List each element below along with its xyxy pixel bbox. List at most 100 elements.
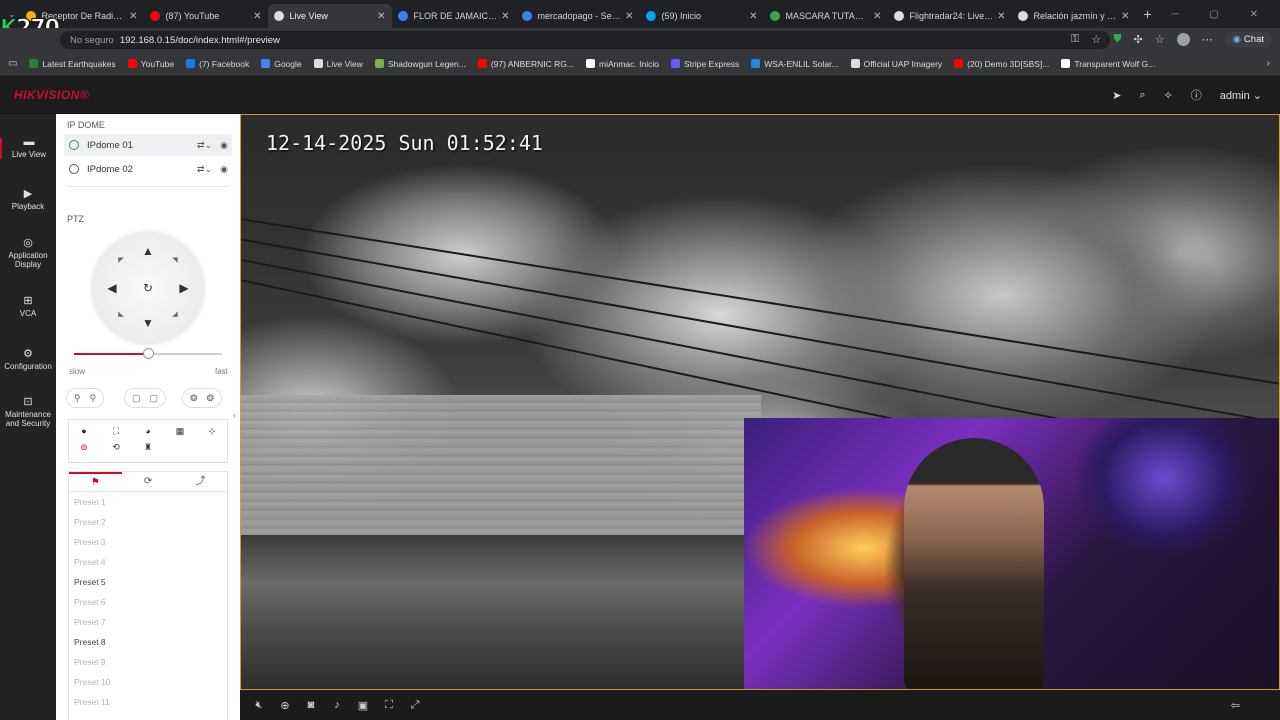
browser-tab[interactable]: MASCARA TUTANKAMO✕ — [764, 4, 888, 28]
preset-item[interactable]: Preset 6 — [69, 592, 227, 612]
tab-title[interactable]: Flightradar24: Live Fligh — [910, 11, 994, 21]
search-icon[interactable]: ⌕ — [1139, 89, 1145, 102]
close-icon[interactable]: ✕ — [1121, 11, 1129, 22]
url-field[interactable]: No seguro 192.168.0.15/doc/index.html#/p… — [60, 31, 1110, 49]
preset-item[interactable]: Preset 1 — [69, 492, 227, 512]
close-icon[interactable]: ✕ — [129, 11, 137, 22]
tab-title[interactable]: FLOR DE JAMAICA - Sea — [414, 11, 498, 21]
ptz-auto-rotate-icon[interactable]: ↻ — [141, 281, 155, 295]
not-secure-label[interactable]: No seguro — [70, 35, 114, 46]
bookmark-item[interactable]: Stripe Express — [670, 59, 739, 69]
tab-title[interactable]: (87) YouTube — [166, 11, 250, 21]
bookmark-item[interactable]: YouTube — [127, 59, 174, 69]
wiper-icon[interactable]: ◕ — [141, 426, 155, 436]
focus-region-icon[interactable]: ⛶ — [376, 699, 402, 712]
preset-item[interactable]: Preset 8 — [69, 632, 227, 652]
preset-item[interactable]: Preset 11 — [69, 692, 227, 712]
sidebar-toggle-icon[interactable]: ▭ — [8, 58, 17, 69]
bookmark-item[interactable]: WSA-ENLIL Solar... — [751, 59, 839, 69]
preset-item[interactable]: Preset 10 — [69, 672, 227, 692]
tab-title[interactable]: Relación jazmín y muer — [1034, 11, 1118, 21]
bookmarks-overflow-chevron-icon[interactable]: › — [1267, 58, 1270, 69]
window-controls[interactable]: ─ ▢ ✕ — [1172, 9, 1280, 20]
one-touch-park-icon[interactable]: ⟲ — [109, 442, 123, 453]
browser-tab[interactable]: Flightradar24: Live Fligh✕ — [888, 4, 1012, 28]
fullscreen-icon[interactable]: ⤢ — [402, 699, 428, 712]
browser-tab[interactable]: Live View ✕ — [267, 4, 392, 28]
nav-maintenance[interactable]: ⊡ Maintenance and Security — [0, 397, 56, 429]
manual-tracking-icon[interactable]: ▦ — [173, 426, 187, 437]
ptz-down-left-icon[interactable]: ◣ — [114, 308, 128, 322]
slider-knob[interactable] — [143, 348, 154, 359]
record-clip-icon[interactable]: ▣ — [350, 699, 376, 712]
bookmark-label[interactable]: Latest Earthquakes — [42, 59, 115, 69]
menu-dots-icon[interactable]: ⋯ — [1202, 33, 1213, 46]
new-tab-button[interactable]: + — [1144, 6, 1152, 22]
ptz-left-arrow-icon[interactable]: ◀ — [105, 281, 119, 295]
close-icon[interactable]: ✕ — [253, 11, 261, 22]
tab-title[interactable]: (59) Inicio — [662, 11, 746, 21]
collapse-panel-handle[interactable]: ‹ — [233, 410, 236, 420]
record-icon[interactable]: ◉ — [220, 164, 228, 175]
microphone-icon[interactable]: ♪ — [324, 699, 350, 711]
ptz-up-right-icon[interactable]: ◥ — [168, 254, 182, 268]
close-icon[interactable]: ✕ — [749, 11, 757, 22]
info-icon[interactable]: ⓘ — [1191, 87, 1202, 103]
bookmark-label[interactable]: Live View — [327, 59, 363, 69]
profile-avatar[interactable] — [1176, 33, 1190, 46]
bookmark-star-icon[interactable]: ☆ — [1091, 33, 1101, 46]
live-video-view[interactable]: 12-14-2025 Sun 01:52:41 — [240, 114, 1280, 690]
close-icon[interactable]: ✕ — [501, 11, 509, 22]
bookmark-item[interactable]: (20) Demo 3D[SBS]... — [954, 59, 1049, 69]
nav-configuration[interactable]: ⚙ Configuration — [0, 349, 56, 372]
bookmark-item[interactable]: (97) ANBERNIC RG... — [477, 59, 574, 69]
favorites-icon[interactable]: ☆ — [1155, 33, 1165, 46]
exit-icon[interactable]: ⇦ — [1231, 699, 1240, 712]
tab-title[interactable]: mercadopago - Search — [538, 11, 622, 21]
regional-focus-icon[interactable]: ⊚ — [77, 442, 91, 453]
ptz-down-right-icon[interactable]: ◢ — [168, 308, 182, 322]
nav-vca[interactable]: ⊞ VCA — [0, 296, 56, 319]
chevron-down-icon[interactable]: ⌄ — [1253, 90, 1262, 102]
browser-tab[interactable]: Relación jazmín y muer✕ — [1012, 4, 1136, 28]
browser-tab[interactable]: mercadopago - Search ✕ — [516, 4, 640, 28]
preset-item[interactable]: Preset 2 — [69, 512, 227, 532]
bookmark-label[interactable]: (97) ANBERNIC RG... — [491, 59, 574, 69]
bookmark-item[interactable]: Official UAP Imagery — [850, 59, 943, 69]
help-puzzle-icon[interactable]: ✧ — [1164, 89, 1173, 102]
preset-item[interactable]: Preset 4 — [69, 552, 227, 572]
record-icon[interactable]: ◉ — [220, 140, 228, 151]
bookmark-item[interactable]: Latest Earthquakes — [29, 59, 116, 69]
mute-icon[interactable]: 🔇︎ — [246, 699, 272, 712]
ptz-right-arrow-icon[interactable]: ▶ — [177, 281, 191, 295]
ptz-speed-slider[interactable] — [74, 348, 222, 359]
bookmark-label[interactable]: Transparent Wolf G... — [1074, 59, 1155, 69]
key-icon[interactable]: ⚿ — [1071, 33, 1079, 46]
chat-button[interactable]: ◉ Chat — [1224, 32, 1272, 47]
tab-title[interactable]: Live View — [290, 11, 374, 21]
camera-row[interactable]: IPdome 02 ⇄⌄ ◉ — [64, 158, 232, 180]
nav-playback[interactable]: ▶ Playback — [0, 189, 56, 212]
send-icon[interactable]: ➤ — [1112, 89, 1121, 102]
ptz-down-arrow-icon[interactable]: ▼ — [141, 316, 155, 330]
nav-live-view[interactable]: ▬ Live View — [0, 137, 56, 159]
stream-switch-icon[interactable]: ⇄⌄ — [197, 140, 212, 151]
bookmark-label[interactable]: Official UAP Imagery — [864, 59, 943, 69]
zoom-in-icon[interactable]: ⚲ — [90, 393, 97, 404]
user-menu[interactable]: admin ⌄ — [1220, 89, 1262, 102]
tab-title[interactable]: MASCARA TUTANKAMO — [786, 11, 870, 21]
browser-tab[interactable]: (87) YouTube ✕ — [144, 4, 268, 28]
browser-tab[interactable]: FLOR DE JAMAICA - Sea✕ — [392, 4, 516, 28]
3d-positioning-icon[interactable]: ⛶ — [109, 426, 123, 437]
bookmark-label[interactable]: YouTube — [141, 59, 174, 69]
bookmark-label[interactable]: (20) Demo 3D[SBS]... — [967, 59, 1049, 69]
preset-item[interactable]: Preset 5 — [69, 572, 227, 592]
url-text[interactable]: 192.168.0.15/doc/index.html#/preview — [120, 35, 280, 46]
bookmark-label[interactable]: miAnmac. Inicio — [599, 59, 659, 69]
bookmark-item[interactable]: (7) Facebook — [186, 59, 249, 69]
preset-item[interactable]: Preset 3 — [69, 532, 227, 552]
focus-far-icon[interactable]: ▢ — [150, 393, 159, 404]
bookmark-label[interactable]: WSA-ENLIL Solar... — [764, 59, 838, 69]
digital-zoom-icon[interactable]: ⊕ — [272, 699, 298, 712]
bookmark-label[interactable]: Shadowgun Legen... — [388, 59, 466, 69]
